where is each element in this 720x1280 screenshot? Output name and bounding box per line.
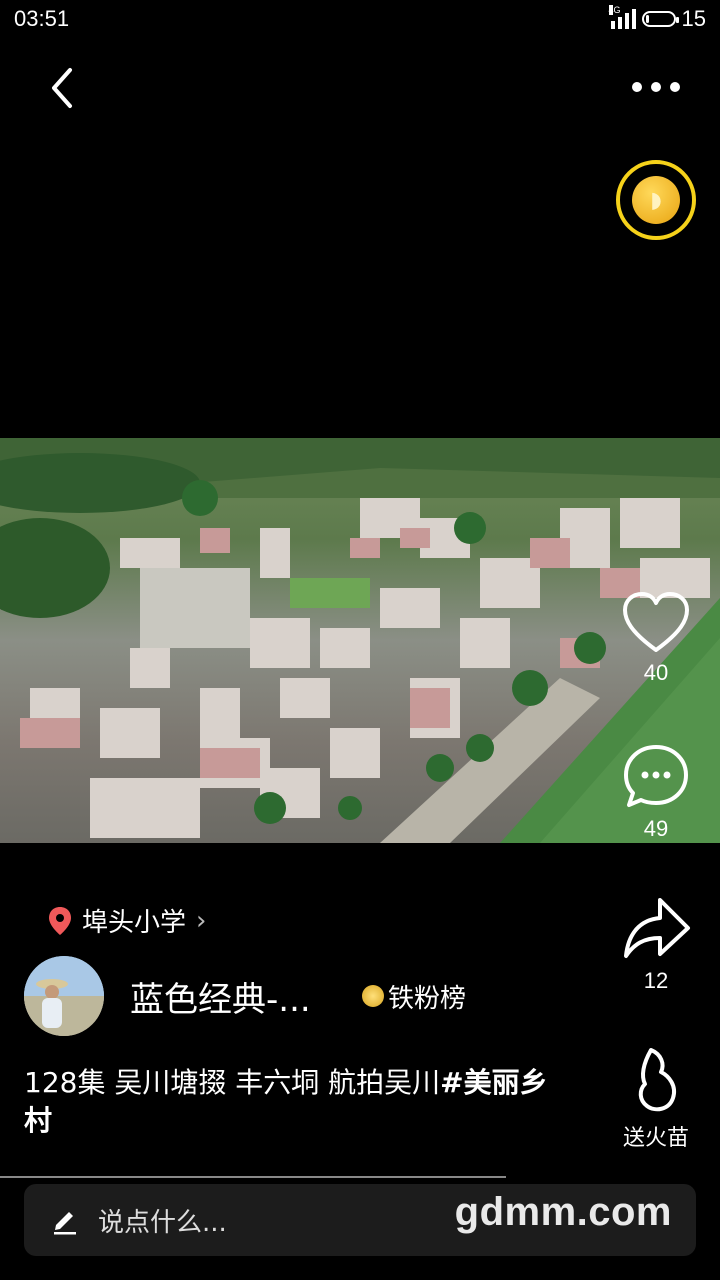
battery-icon xyxy=(641,11,679,27)
flame-icon xyxy=(638,1048,676,1112)
location-pin-icon xyxy=(49,906,71,935)
more-icon xyxy=(632,82,680,92)
send-flame-button[interactable]: 送火苗 xyxy=(616,1044,696,1152)
more-button[interactable] xyxy=(628,76,684,98)
share-count: 12 xyxy=(643,968,669,993)
back-button[interactable] xyxy=(44,66,84,110)
flame-label: 送火苗 xyxy=(622,1125,689,1150)
video-caption: 128集 吴川塘掇 丰六垌 航拍吴川#美丽乡村 xyxy=(24,1064,564,1140)
medal-icon xyxy=(362,985,384,1007)
share-icon xyxy=(624,898,690,958)
video-frame xyxy=(0,438,720,843)
watermark: gdmm.com xyxy=(454,1190,672,1234)
pencil-icon xyxy=(54,1212,76,1235)
back-icon xyxy=(52,68,72,108)
avatar-image xyxy=(24,956,104,1036)
heart-icon xyxy=(623,592,689,652)
video-player[interactable] xyxy=(0,438,720,843)
status-indicators: 4G 15 xyxy=(608,5,706,32)
like-button[interactable]: 40 xyxy=(616,590,696,686)
fan-ranking-label: 铁粉榜 xyxy=(388,983,467,1014)
network-label: 4G xyxy=(608,5,621,15)
signal-icon: 4G xyxy=(608,5,636,29)
like-count: 40 xyxy=(643,660,669,685)
chevron-right-icon: › xyxy=(196,905,207,936)
coin-icon: ◗ xyxy=(632,176,680,224)
caption-text: 128集 吴川塘掇 丰六垌 航拍吴川 xyxy=(24,1066,441,1099)
author-name[interactable]: 蓝色经典-... xyxy=(130,972,330,1021)
video-progress-bar[interactable] xyxy=(0,1176,506,1178)
location-link[interactable]: 埠头小学 › xyxy=(48,902,206,939)
comment-count: 49 xyxy=(643,816,669,841)
fan-ranking-badge[interactable]: 铁粉榜 xyxy=(362,978,466,1015)
battery-percent: 15 xyxy=(681,6,706,31)
comment-button[interactable]: 49 xyxy=(616,742,696,842)
coin-reward-button[interactable]: ◗ xyxy=(616,160,696,240)
location-name: 埠头小学 xyxy=(82,908,187,938)
avatar[interactable] xyxy=(24,956,104,1036)
comment-placeholder: 说点什么... xyxy=(98,1207,227,1238)
comment-icon xyxy=(624,745,688,807)
status-time: 03:51 xyxy=(14,6,70,31)
author-row: 蓝色经典-... 铁粉榜 xyxy=(24,956,466,1036)
share-button[interactable]: 12 xyxy=(616,894,696,994)
